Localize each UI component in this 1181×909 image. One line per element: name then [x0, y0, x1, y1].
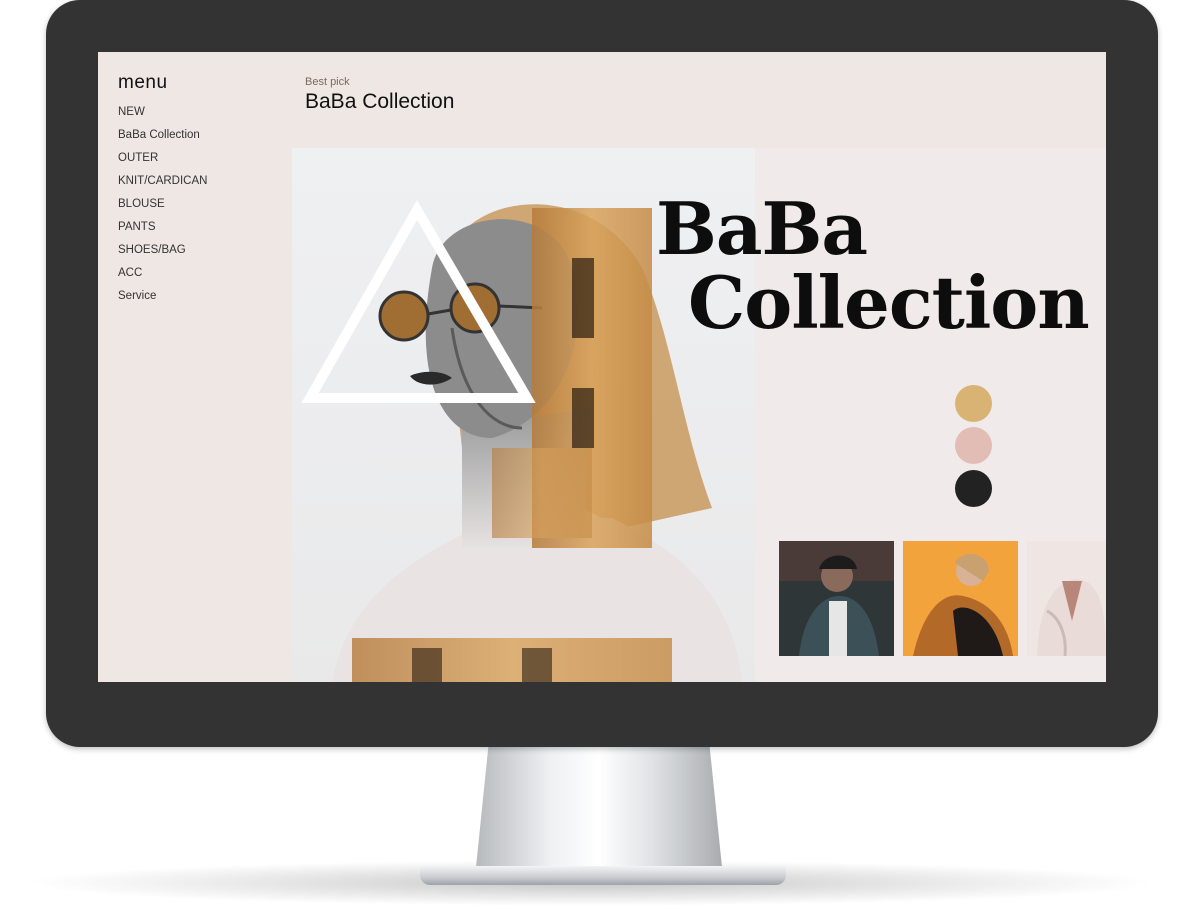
- orange-jacket-photo: [903, 541, 1018, 656]
- color-swatch-black[interactable]: [955, 470, 992, 507]
- monitor-frame: menu NEW BaBa Collection OUTER KNIT/CARD…: [46, 0, 1158, 747]
- white-shirt-photo: [1027, 541, 1106, 656]
- thumbnail-white-shirt[interactable]: [1027, 541, 1106, 656]
- denim-jacket-photo: [779, 541, 894, 656]
- hero-title-line1: BaBa: [656, 186, 868, 271]
- website-screen: menu NEW BaBa Collection OUTER KNIT/CARD…: [98, 52, 1106, 682]
- menu-item-acc[interactable]: ACC: [118, 265, 288, 288]
- menu-item-knit-cardican[interactable]: KNIT/CARDICAN: [118, 173, 288, 196]
- menu-item-baba-collection[interactable]: BaBa Collection: [118, 127, 288, 150]
- best-pick-label: Best pick: [305, 76, 350, 88]
- menu-item-outer[interactable]: OUTER: [118, 150, 288, 173]
- thumbnail-denim-jacket[interactable]: [779, 541, 894, 656]
- menu-item-blouse[interactable]: BLOUSE: [118, 196, 288, 219]
- color-swatch-blush[interactable]: [955, 427, 992, 464]
- page-header: Best pick BaBa Collection: [305, 76, 454, 114]
- page-title: BaBa Collection: [305, 90, 455, 113]
- color-swatch-gold[interactable]: [955, 385, 992, 422]
- monitor-stand: [476, 747, 722, 867]
- hero-title: BaBa Collection: [656, 192, 1090, 345]
- hero-title-line2: Collection: [688, 260, 1090, 345]
- thumbnail-orange-jacket[interactable]: [903, 541, 1018, 656]
- menu-item-service[interactable]: Service: [118, 288, 288, 311]
- menu-item-new[interactable]: NEW: [118, 104, 288, 127]
- sidebar-menu: menu NEW BaBa Collection OUTER KNIT/CARD…: [118, 72, 288, 311]
- menu-item-shoes-bag[interactable]: SHOES/BAG: [118, 242, 288, 265]
- monitor-stand-base: [420, 866, 786, 885]
- menu-item-pants[interactable]: PANTS: [118, 219, 288, 242]
- menu-title: menu: [118, 72, 168, 93]
